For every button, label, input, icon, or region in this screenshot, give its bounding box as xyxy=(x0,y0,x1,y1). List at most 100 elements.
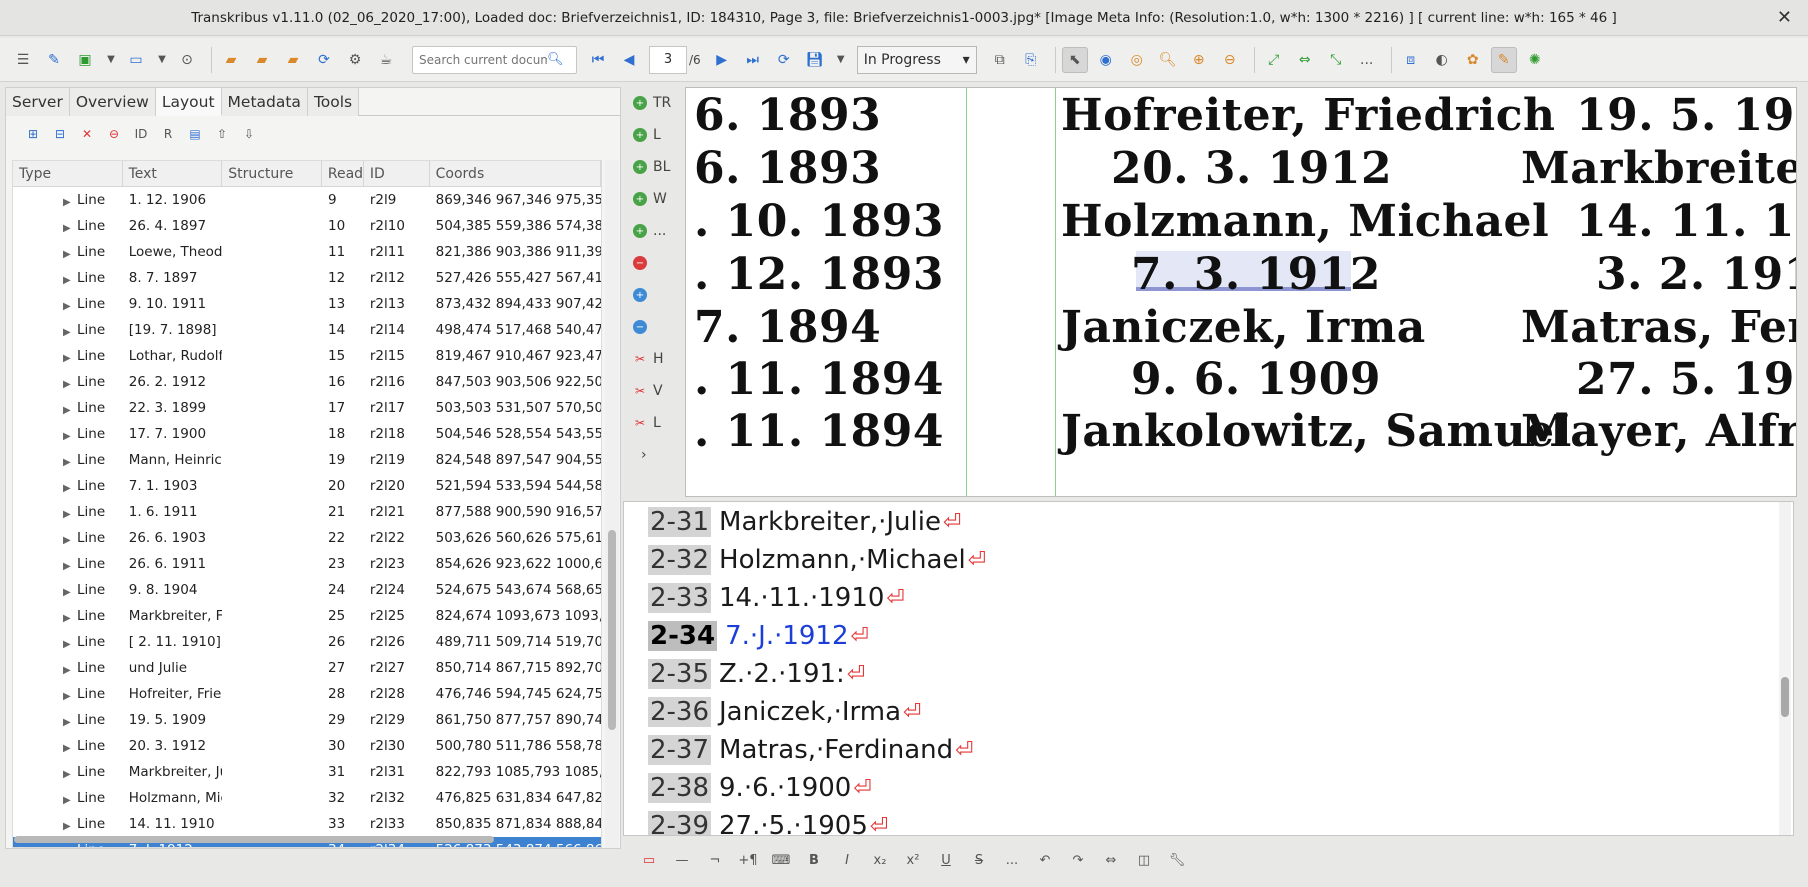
expand-arrow-icon[interactable]: ▶ xyxy=(63,379,71,390)
editor-line[interactable]: 2-36 Janiczek,·Irma ⏎ xyxy=(648,694,921,730)
folder-icon[interactable]: ▰ xyxy=(218,47,244,73)
fit-width-icon[interactable]: ⇔ xyxy=(1292,47,1318,73)
expand-arrow-icon[interactable]: ▶ xyxy=(63,327,71,338)
expand-arrow-icon[interactable]: ▶ xyxy=(63,275,71,286)
split-vertical-button[interactable]: ✂ V xyxy=(625,375,685,407)
expand-arrow-icon[interactable]: ▶ xyxy=(63,483,71,494)
line-icon[interactable]: — xyxy=(670,847,694,873)
bold-button[interactable]: B xyxy=(802,847,826,873)
delete-icon[interactable]: ✕ xyxy=(76,123,98,145)
line-text[interactable]: 7.·J.·1912 xyxy=(725,621,848,651)
table-icon[interactable]: ▤ xyxy=(184,123,206,145)
layers-icon[interactable]: ⧈ xyxy=(1398,47,1424,73)
view-icon[interactable]: ◎ xyxy=(1124,47,1150,73)
coffee-icon[interactable]: ☕ xyxy=(373,47,399,73)
header-text[interactable]: Text xyxy=(123,161,223,186)
remove-icon[interactable]: ⊖ xyxy=(103,123,125,145)
refresh-icon[interactable]: ⟳ xyxy=(311,47,337,73)
zoom-icon[interactable]: 🔍︎ xyxy=(1155,47,1181,73)
tab-overview[interactable]: Overview xyxy=(69,88,156,116)
line-text[interactable]: Z.·2.·191: xyxy=(719,659,845,689)
table-row[interactable]: ▶ Line 8. 7. 1897 12 r2l12 527,426 555,427 56… xyxy=(13,265,601,291)
expand-arrow-icon[interactable]: ▶ xyxy=(63,639,71,650)
add-more-button[interactable]: +... xyxy=(625,215,685,247)
reload-icon[interactable]: ⟳ xyxy=(771,47,797,73)
remove-shape-button[interactable]: − xyxy=(625,247,685,279)
expand-arrow-icon[interactable]: ▶ xyxy=(63,535,71,546)
table-row[interactable]: ▶ Line und Julie 27 r2l27 850,714 867,715 892… xyxy=(13,655,601,681)
expand-arrow-icon[interactable]: ▶ xyxy=(63,795,71,806)
page-number-input[interactable]: 3 xyxy=(649,45,687,74)
pen-icon[interactable]: ✎ xyxy=(41,47,67,73)
editor-line[interactable]: 2-37 Matras,·Ferdinand ⏎ xyxy=(648,732,974,768)
line-text[interactable]: Markbreiter,·Julie xyxy=(719,507,941,537)
keyboard-icon[interactable]: ⌨ xyxy=(769,847,793,873)
status-select[interactable]: In Progress ▾ xyxy=(856,45,977,74)
tab-layout[interactable]: Layout xyxy=(155,88,222,116)
line-text[interactable]: Matras,·Ferdinand xyxy=(719,735,953,765)
expand-arrow-icon[interactable]: ▶ xyxy=(63,769,71,780)
first-page-icon[interactable]: ⏮ xyxy=(585,47,611,73)
table-row[interactable]: ▶ Line 1. 6. 1911 21 r2l21 877,588 900,590 91… xyxy=(13,499,601,525)
add-line-button[interactable]: + L xyxy=(625,119,685,151)
wrench-icon[interactable]: 🔧︎ xyxy=(1165,847,1189,873)
expand-arrow-icon[interactable]: ▶ xyxy=(63,613,71,624)
split-horizontal-button[interactable]: ✂ H xyxy=(625,343,685,375)
contrast-icon[interactable]: ◐ xyxy=(1429,47,1455,73)
dropdown-arrow-icon[interactable]: ▼ xyxy=(103,47,119,73)
expand-arrow-icon[interactable]: ▶ xyxy=(63,587,71,598)
tab-metadata[interactable]: Metadata xyxy=(221,88,308,116)
table-row[interactable]: ▶ Line 22. 3. 1899 17 r2l17 503,503 531,507 5… xyxy=(13,395,601,421)
swap-icon[interactable]: ⇔ xyxy=(1099,847,1123,873)
expand-all-icon[interactable]: ⊞ xyxy=(22,123,44,145)
expand-arrow-icon[interactable]: ▶ xyxy=(63,353,71,364)
expand-arrow-icon[interactable]: ▶ xyxy=(63,717,71,728)
split-line-button[interactable]: ✂ L xyxy=(625,407,685,439)
table-row[interactable]: ▶ Line 1. 12. 1906 9 r2l9 869,346 967,346 975… xyxy=(13,187,601,213)
dropdown-arrow-icon[interactable]: ▼ xyxy=(154,47,170,73)
fit-height-icon[interactable]: ⤡ xyxy=(1323,47,1349,73)
scroll-thumb[interactable] xyxy=(14,836,494,843)
collapse-all-icon[interactable]: ⊟ xyxy=(49,123,71,145)
expand-arrow-icon[interactable]: ▶ xyxy=(63,431,71,442)
image-viewer[interactable]: 6. 1893 6. 1893. 10. 1893. 12. 1893 7. 189… xyxy=(685,87,1797,497)
header-id[interactable]: ID xyxy=(364,161,430,186)
header-structure[interactable]: Structure xyxy=(222,161,322,186)
not-sign-icon[interactable]: ¬ xyxy=(703,847,727,873)
editor-line[interactable]: 2-33 14.·11.·1910 ⏎ xyxy=(648,580,905,616)
line-text[interactable]: 9.·6.·1900 xyxy=(719,773,851,803)
add-word-button[interactable]: + W xyxy=(625,183,685,215)
subscript-button[interactable]: x₂ xyxy=(868,847,892,873)
expand-arrow-icon[interactable]: ▶ xyxy=(63,405,71,416)
table-row[interactable]: ▶ Line 17. 7. 1900 18 r2l18 504,546 528,554 5… xyxy=(13,421,601,447)
table-row[interactable]: ▶ Line Markbreiter, Fe 25 r2l25 824,674 1093,… xyxy=(13,603,601,629)
table-row[interactable]: ▶ Line 26. 6. 1903 22 r2l22 503,626 560,626 5… xyxy=(13,525,601,551)
scroll-thumb[interactable] xyxy=(1781,677,1789,717)
add-tr-button[interactable]: + TR xyxy=(625,87,685,119)
table-row[interactable]: ▶ Line [ 2. 11. 1910] 26 r2l26 489,711 509,71… xyxy=(13,629,601,655)
select-cursor-icon[interactable]: ⬉ xyxy=(1061,46,1088,73)
paste-icon[interactable]: ⎘ xyxy=(1018,47,1044,73)
next-page-icon[interactable]: ▶ xyxy=(709,47,735,73)
format-icon[interactable]: ▭ xyxy=(637,847,661,873)
strikethrough-button[interactable]: S xyxy=(967,847,991,873)
robot-icon[interactable]: ⚙ xyxy=(342,47,368,73)
search-input[interactable] xyxy=(419,52,547,67)
move-up-icon[interactable]: ⇧ xyxy=(211,123,233,145)
underline-button[interactable]: U xyxy=(934,847,958,873)
expand-arrow-icon[interactable]: ▶ xyxy=(63,223,71,234)
expand-arrow-icon[interactable]: ▶ xyxy=(63,847,71,848)
table-row[interactable]: ▶ Line 9. 10. 1911 13 r2l13 873,432 894,433 9… xyxy=(13,291,601,317)
table-row[interactable]: ▶ Line Lothar, Rudolf 15 r2l15 819,467 910,46… xyxy=(13,343,601,369)
table-scrollbar[interactable] xyxy=(605,160,619,848)
editor-scrollbar[interactable] xyxy=(1779,502,1791,835)
table-row[interactable]: ▶ Line 19. 5. 1909 29 r2l29 861,750 877,757 8… xyxy=(13,707,601,733)
table-row[interactable]: ▶ Line 26. 4. 1897 10 r2l10 504,385 559,386 5… xyxy=(13,213,601,239)
table-row[interactable]: ▶ Line [19. 7. 1898] 14 r2l14 498,474 517,468… xyxy=(13,317,601,343)
undo-icon[interactable]: ↶ xyxy=(1033,847,1057,873)
editor-line[interactable]: 2-35 Z.·2.·191: ⏎ xyxy=(648,656,865,692)
add-baseline-button[interactable]: + BL xyxy=(625,151,685,183)
image-icon[interactable]: ▣ xyxy=(72,47,98,73)
scroll-thumb[interactable] xyxy=(608,530,616,730)
table-row[interactable]: ▶ Line 26. 6. 1911 23 r2l23 854,626 923,622 1… xyxy=(13,551,601,577)
